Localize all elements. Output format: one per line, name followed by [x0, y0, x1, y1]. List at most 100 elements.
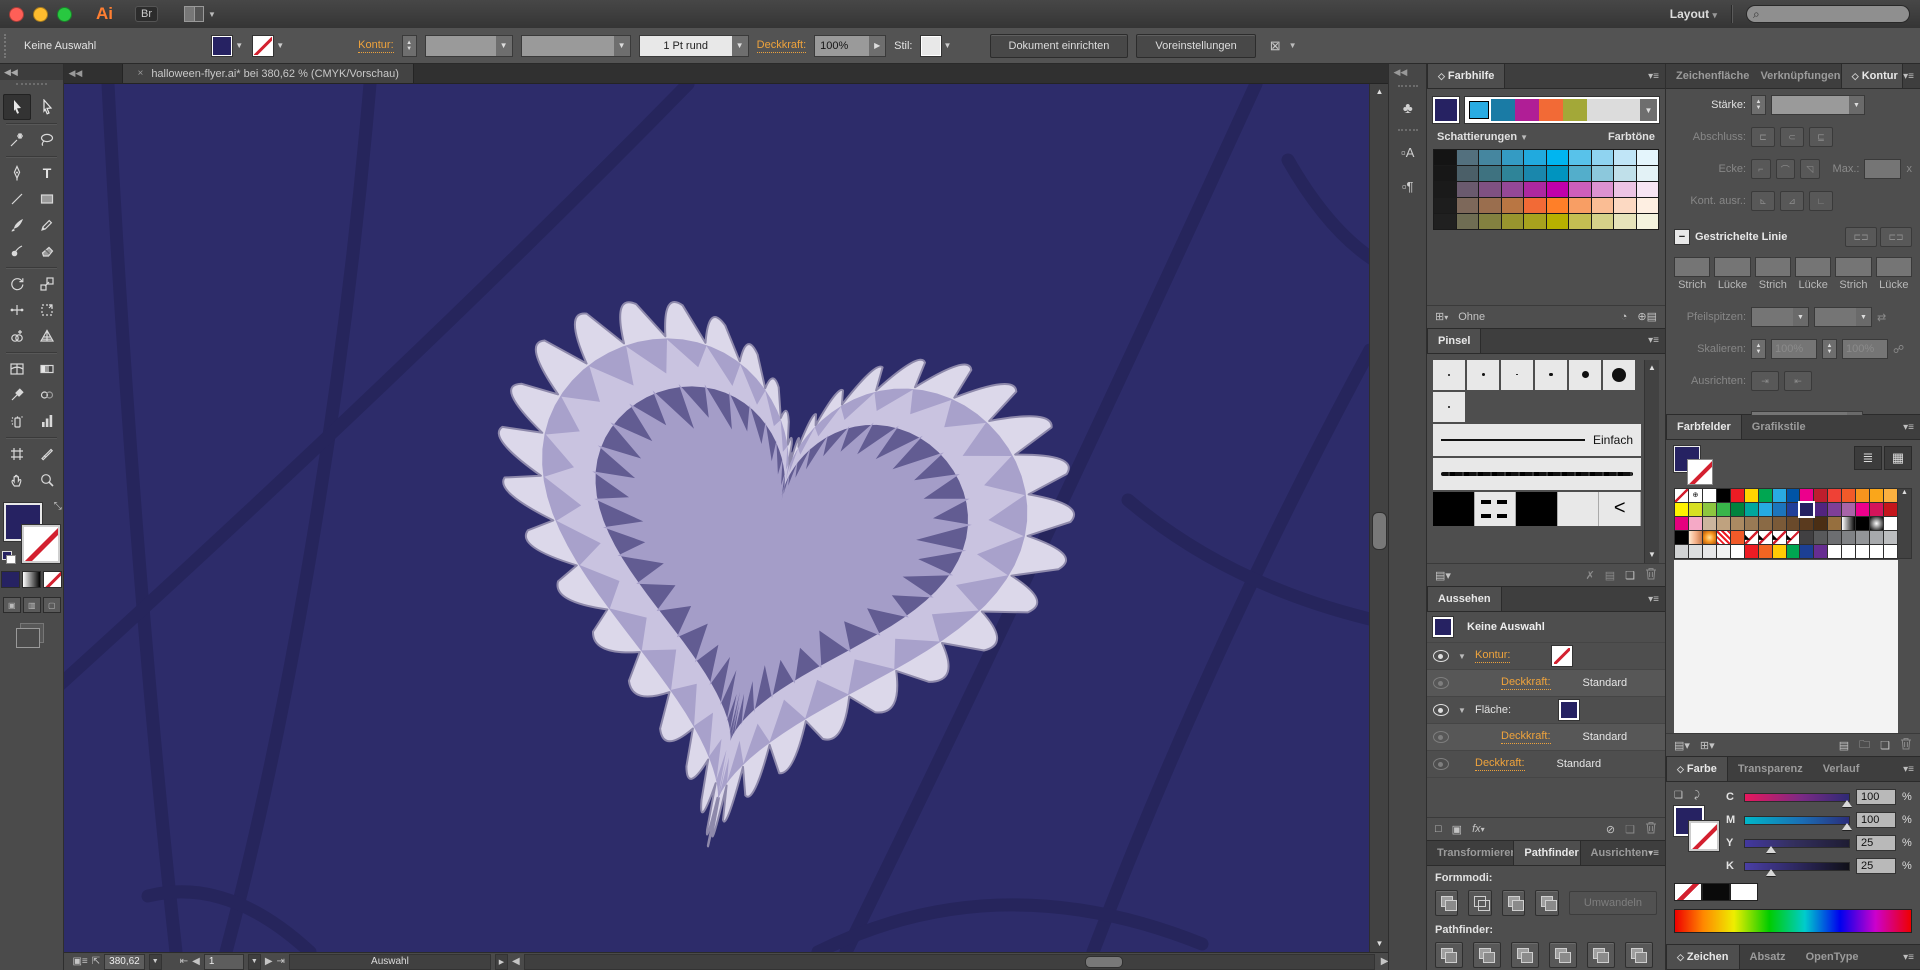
- swap-arrowheads-icon[interactable]: ⇄: [1877, 311, 1886, 324]
- document-setup-button[interactable]: Dokument einrichten: [990, 34, 1129, 58]
- harmony-color-swatch[interactable]: [1467, 99, 1491, 121]
- panel-menu-icon[interactable]: ▾≡: [1903, 757, 1920, 781]
- document-tab[interactable]: × halloween-flyer.ai* bei 380,62 % (CMYK…: [122, 64, 413, 83]
- symbols-panel-icon[interactable]: ♣: [1394, 95, 1422, 121]
- scroll-down-icon[interactable]: ▼: [1645, 547, 1659, 563]
- swatch[interactable]: [1842, 531, 1855, 544]
- swatch-kinds-icon[interactable]: ⊞▾: [1700, 739, 1715, 752]
- panel-menu-icon[interactable]: ▾≡: [1903, 415, 1920, 439]
- calligraphic-brush-swatch[interactable]: [1569, 360, 1601, 390]
- stroke-proxy[interactable]: [1689, 821, 1719, 851]
- swatch-grid[interactable]: ⊕◣◣◣◣: [1674, 488, 1898, 559]
- eyedropper-tool[interactable]: [3, 382, 31, 408]
- delete-swatch-icon[interactable]: [1900, 737, 1912, 753]
- swatch[interactable]: [1717, 545, 1730, 558]
- pen-tool[interactable]: [3, 160, 31, 186]
- fill-color-swatch[interactable]: [1559, 700, 1579, 720]
- stroke-panel-link[interactable]: Kontur:: [358, 39, 393, 53]
- channel-slider[interactable]: [1744, 793, 1850, 802]
- swatch[interactable]: [1731, 489, 1744, 502]
- draw-behind-button[interactable]: ▥: [23, 597, 41, 613]
- character-styles-panel-icon[interactable]: ▫A: [1394, 139, 1422, 165]
- swatch[interactable]: [1884, 545, 1897, 558]
- swatch[interactable]: [1745, 503, 1758, 516]
- link-scale-icon[interactable]: ☍: [1893, 343, 1904, 356]
- swatch[interactable]: [1731, 503, 1744, 516]
- none-swatch[interactable]: [1674, 883, 1702, 901]
- remove-brush-stroke-icon[interactable]: ✗: [1586, 569, 1595, 582]
- color-variation-swatch[interactable]: [1524, 166, 1546, 181]
- channel-value-field[interactable]: 25: [1856, 858, 1896, 874]
- stroke-color-dropdown[interactable]: ▼: [253, 36, 286, 56]
- align-arrow-end-button[interactable]: ⇤: [1784, 371, 1812, 391]
- opacity-link[interactable]: Deckkraft:: [1501, 730, 1551, 744]
- window-close-button[interactable]: [9, 7, 24, 22]
- swatch[interactable]: [1828, 517, 1841, 530]
- color-variation-swatch[interactable]: [1457, 150, 1479, 165]
- swatch[interactable]: [1828, 503, 1841, 516]
- brush-libraries-icon[interactable]: ▤▾: [1435, 569, 1451, 582]
- swatch[interactable]: [1814, 545, 1827, 558]
- paragraph-styles-panel-icon[interactable]: ▫¶: [1394, 173, 1422, 199]
- opacity-link[interactable]: Deckkraft:: [1501, 676, 1551, 690]
- bevel-join-button[interactable]: ◹: [1800, 159, 1820, 179]
- add-new-stroke-icon[interactable]: □: [1435, 823, 1442, 835]
- swatch[interactable]: ◣: [1773, 531, 1786, 544]
- color-variation-swatch[interactable]: [1502, 182, 1524, 197]
- visibility-eye-icon[interactable]: [1433, 731, 1449, 743]
- scale-start-field[interactable]: 100%: [1771, 339, 1817, 359]
- color-variation-swatch[interactable]: [1592, 150, 1614, 165]
- arrowhead-start-combo[interactable]: ▼: [1751, 307, 1809, 327]
- swatch[interactable]: [1759, 545, 1772, 558]
- calligraphic-brush-swatch[interactable]: [1501, 360, 1533, 390]
- color-variation-swatch[interactable]: [1524, 182, 1546, 197]
- channel-value-field[interactable]: 25: [1856, 835, 1896, 851]
- horizontal-scroll-thumb[interactable]: [1085, 956, 1123, 968]
- color-variation-swatch[interactable]: [1502, 166, 1524, 181]
- swatch[interactable]: ◣: [1745, 531, 1758, 544]
- artwork-canvas[interactable]: [64, 84, 1369, 952]
- visibility-eye-icon[interactable]: [1433, 650, 1449, 662]
- swatch[interactable]: [1787, 489, 1800, 502]
- close-tab-icon[interactable]: ×: [137, 68, 143, 79]
- calligraphic-brush-swatch[interactable]: [1603, 360, 1635, 390]
- type-tool[interactable]: T: [33, 160, 61, 186]
- swatch[interactable]: [1731, 517, 1744, 530]
- slider-thumb[interactable]: [1766, 846, 1776, 853]
- scale-tool[interactable]: [33, 271, 61, 297]
- tab-farbe[interactable]: ◇Farbe: [1666, 757, 1728, 781]
- color-variation-swatch[interactable]: [1502, 198, 1524, 213]
- swatch[interactable]: [1884, 531, 1897, 544]
- panel-menu-icon[interactable]: ▾≡: [1903, 945, 1920, 969]
- weight-combo[interactable]: ▼: [1771, 95, 1865, 115]
- miter-join-button[interactable]: ⌐: [1751, 159, 1771, 179]
- new-brush-icon[interactable]: ❏: [1625, 569, 1635, 582]
- crop-button[interactable]: [1549, 942, 1577, 968]
- channel-value-field[interactable]: 100: [1856, 789, 1896, 805]
- swatch-registration[interactable]: ⊕: [1689, 489, 1702, 502]
- swap-colors-icon[interactable]: ⤸: [1694, 790, 1700, 801]
- direct-selection-tool[interactable]: [33, 94, 61, 120]
- swatch[interactable]: [1731, 531, 1744, 544]
- draw-inside-button[interactable]: ▢: [43, 597, 61, 613]
- swatch[interactable]: [1842, 517, 1855, 530]
- symbol-sprayer-tool[interactable]: [3, 408, 31, 434]
- tab-verlauf[interactable]: Verlauf: [1813, 757, 1870, 781]
- isolate-selection-icon[interactable]: ⊠: [1270, 38, 1281, 54]
- color-variation-swatch[interactable]: [1524, 198, 1546, 213]
- dash-field[interactable]: [1755, 257, 1791, 277]
- miter-field[interactable]: [1864, 159, 1901, 179]
- round-join-button[interactable]: ⌒: [1776, 159, 1796, 179]
- color-variation-swatch[interactable]: [1434, 182, 1456, 197]
- color-variation-swatch[interactable]: [1502, 150, 1524, 165]
- object-opacity-row[interactable]: Deckkraft: Standard: [1427, 751, 1665, 778]
- brush-pattern[interactable]: <: [1433, 492, 1641, 526]
- stroke-swatch[interactable]: [253, 36, 273, 56]
- calligraphic-brush-swatch[interactable]: [1433, 392, 1465, 422]
- window-minimize-button[interactable]: [33, 7, 48, 22]
- channel-slider[interactable]: [1744, 839, 1850, 848]
- swatch[interactable]: ◣: [1787, 531, 1800, 544]
- artboard-nav-icon[interactable]: ▣≡: [72, 956, 87, 967]
- color-variation-swatch[interactable]: [1479, 150, 1501, 165]
- align-outside-button[interactable]: ∟: [1809, 191, 1833, 211]
